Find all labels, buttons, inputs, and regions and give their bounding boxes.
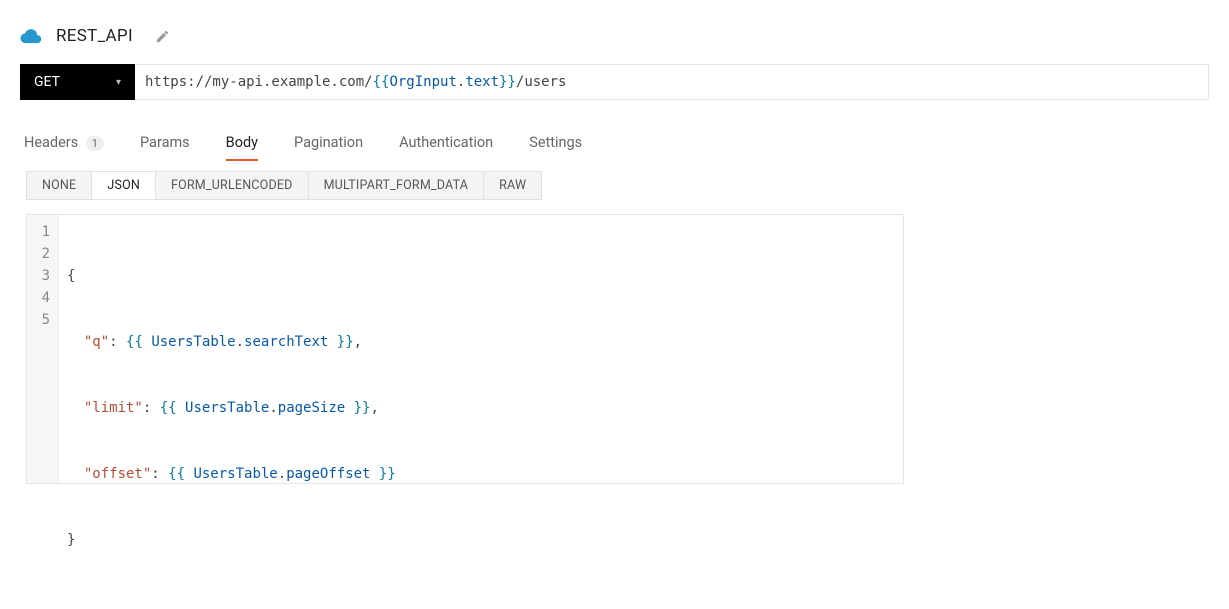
body-type-form-urlencoded[interactable]: FORM_URLENCODED [156,172,309,199]
cloud-icon [20,28,42,44]
request-line: GET ▾ https://my-api.example.com/{{ OrgI… [0,64,1229,100]
query-header: REST_API [0,0,1229,64]
body-json-editor[interactable]: 1 2 3 4 5 { "q": {{ UsersTable.searchTex… [26,214,904,484]
tab-headers[interactable]: Headers 1 [24,128,104,157]
body-type-multipart[interactable]: MULTIPART_FORM_DATA [309,172,485,199]
editor-code[interactable]: { "q": {{ UsersTable.searchText }}, "lim… [59,215,903,483]
headers-count-badge: 1 [86,136,104,151]
body-type-json[interactable]: JSON [92,172,156,199]
editor-gutter: 1 2 3 4 5 [27,215,59,483]
tab-settings[interactable]: Settings [529,128,582,157]
tab-params[interactable]: Params [140,128,190,157]
api-name: REST_API [56,26,133,46]
http-method-value: GET [34,74,60,90]
pencil-icon[interactable] [155,29,170,44]
section-tabs: Headers 1 Params Body Pagination Authent… [0,128,1229,157]
http-method-select[interactable]: GET ▾ [20,64,135,100]
tab-pagination[interactable]: Pagination [294,128,363,157]
body-type-tabs: NONE JSON FORM_URLENCODED MULTIPART_FORM… [0,171,1229,200]
url-input[interactable]: https://my-api.example.com/{{ OrgInput.t… [135,64,1209,100]
body-type-none[interactable]: NONE [27,172,92,199]
body-type-raw[interactable]: RAW [484,172,541,199]
chevron-down-icon: ▾ [116,77,121,88]
tab-body[interactable]: Body [226,128,258,157]
tab-authentication[interactable]: Authentication [399,128,493,157]
